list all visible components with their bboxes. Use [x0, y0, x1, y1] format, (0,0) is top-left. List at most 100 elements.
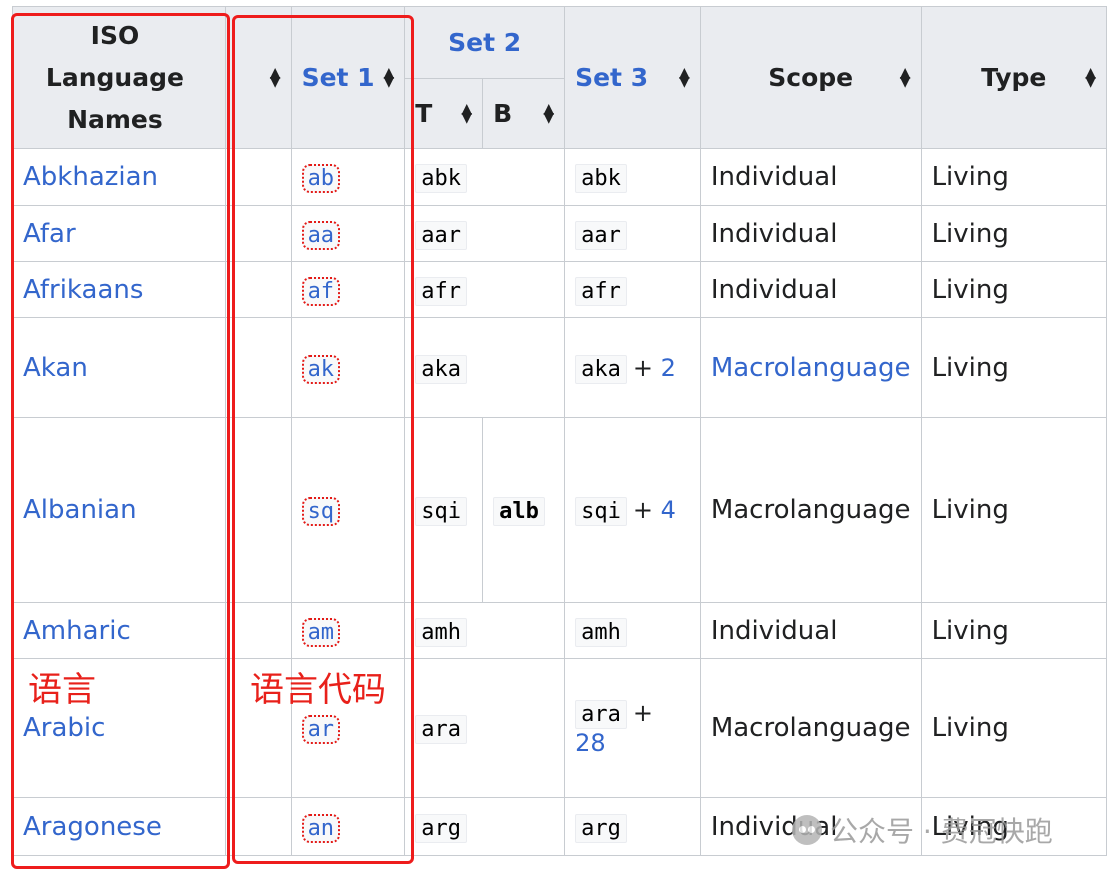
- language-table-wrapper: ISO Language Names ▲ ▼ Set 1 ▲ ▼ Set 2 Set…: [12, 6, 1107, 856]
- cell-set3: amh: [564, 602, 701, 659]
- cell-empty: [224, 797, 292, 856]
- cell-set2: ara: [404, 658, 566, 798]
- cell-set2: arg: [404, 797, 566, 856]
- set3-code: ara: [575, 700, 627, 729]
- table-row: Arabic ar ara ara + 28 Macrolanguage Living: [12, 658, 1107, 798]
- type-text: Living: [931, 615, 1009, 646]
- set3-more: + 2: [632, 353, 676, 382]
- header-set2-b[interactable]: B ▲ ▼: [482, 78, 566, 149]
- scope-text: Macrolanguage: [710, 713, 911, 743]
- cell-scope: Individual: [699, 602, 922, 659]
- scope-text: Macrolanguage: [710, 495, 911, 525]
- scope-text: Individual: [710, 218, 838, 249]
- sort-arrows-icon[interactable]: ▲ ▼: [900, 66, 911, 89]
- type-text: Living: [931, 162, 1009, 192]
- language-link[interactable]: Arabic: [23, 713, 105, 743]
- header-type[interactable]: Type ▲ ▼: [920, 6, 1107, 149]
- scope-link[interactable]: Macrolanguage: [711, 353, 911, 383]
- cell-type: Living: [920, 261, 1107, 318]
- cell-empty: [224, 317, 292, 418]
- set3-code: aka: [575, 354, 627, 384]
- language-link[interactable]: Aragonese: [23, 812, 162, 842]
- sort-arrows-icon[interactable]: ▲ ▼: [383, 66, 394, 89]
- header-set1-link[interactable]: Set 1: [302, 63, 375, 92]
- set2-code: afr: [415, 276, 467, 306]
- cell-type: Living: [920, 205, 1107, 262]
- cell-scope: Individual: [699, 205, 922, 262]
- set1-code[interactable]: an: [301, 813, 341, 843]
- scope-text: Individual: [710, 162, 838, 192]
- header-type-label: Type: [981, 63, 1047, 92]
- sort-arrows-icon[interactable]: ▲ ▼: [543, 102, 554, 125]
- header-set2-link[interactable]: Set 2: [448, 28, 521, 57]
- watermark-text: 公众号 · 费冠快跑: [830, 815, 1053, 848]
- cell-set3: aar: [564, 205, 701, 262]
- set1-code[interactable]: ak: [301, 354, 341, 384]
- table-row: Afar aa aar aar Individual Living: [12, 205, 1107, 262]
- cell-type: Living: [920, 417, 1107, 603]
- header-set3-link[interactable]: Set 3: [575, 63, 648, 92]
- cell-set3: abk: [564, 148, 701, 206]
- cell-empty: [224, 261, 292, 318]
- watermark: 公众号 · 费冠快跑: [792, 810, 1053, 850]
- cell-set3: aka + 2: [564, 317, 701, 418]
- set3-more-link[interactable]: 4: [661, 496, 676, 524]
- table-row: Abkhazian ab abk abk Individual Living: [12, 148, 1107, 206]
- header-set2: Set 2: [404, 6, 566, 79]
- header-scope[interactable]: Scope ▲ ▼: [699, 6, 922, 149]
- header-set3[interactable]: Set 3 ▲ ▼: [564, 6, 701, 149]
- sort-arrows-icon[interactable]: ▲ ▼: [461, 102, 472, 125]
- table-row: Afrikaans af afr afr Individual Living: [12, 261, 1107, 318]
- cell-empty: [224, 602, 292, 659]
- cell-type: Living: [920, 148, 1107, 206]
- header-names-label: ISO Language Names: [45, 20, 184, 134]
- language-link[interactable]: Akan: [23, 353, 88, 383]
- type-text: Living: [931, 352, 1009, 383]
- cell-language-name: Albanian: [12, 417, 226, 603]
- wechat-icon: [792, 815, 822, 845]
- iso-language-table: ISO Language Names ▲ ▼ Set 1 ▲ ▼ Set 2 Set…: [12, 6, 1107, 856]
- set2-code: aar: [415, 220, 467, 250]
- language-annotation: 语言: [28, 670, 96, 710]
- sort-arrows-icon[interactable]: ▲ ▼: [1085, 66, 1096, 89]
- set1-code[interactable]: ab: [301, 164, 341, 193]
- header-set1[interactable]: Set 1 ▲ ▼: [290, 6, 406, 149]
- language-link[interactable]: Afar: [23, 219, 76, 249]
- set1-code[interactable]: af: [301, 276, 341, 306]
- set2-code: arg: [415, 813, 467, 843]
- table-row: Akan ak aka aka + 2 Macrolanguage Living: [12, 317, 1107, 418]
- header-names[interactable]: ISO Language Names: [12, 6, 226, 149]
- set2-code: aka: [415, 354, 467, 384]
- set1-code[interactable]: am: [301, 617, 341, 647]
- cell-empty: [224, 148, 292, 206]
- cell-language-name: Afrikaans: [12, 261, 226, 318]
- type-text: Living: [931, 713, 1009, 743]
- header-set2-t[interactable]: T ▲ ▼: [404, 78, 484, 149]
- language-link[interactable]: Abkhazian: [23, 162, 158, 192]
- cell-set3: arg: [564, 797, 701, 856]
- cell-set2-b: alb: [482, 417, 566, 603]
- set1-code[interactable]: aa: [301, 220, 341, 250]
- cell-set1: am: [290, 602, 406, 659]
- header-sort-column[interactable]: ▲ ▼: [224, 6, 292, 149]
- set2-code: abk: [415, 164, 467, 193]
- set1-code[interactable]: sq: [301, 497, 341, 526]
- language-link[interactable]: Amharic: [23, 616, 131, 646]
- set2-t-code: sqi: [415, 497, 467, 526]
- language-link[interactable]: Albanian: [23, 495, 137, 525]
- cell-type: Living: [920, 658, 1107, 798]
- sort-arrows-icon[interactable]: ▲ ▼: [679, 66, 690, 89]
- set1-code[interactable]: ar: [301, 715, 341, 744]
- header-scope-label: Scope: [768, 63, 854, 92]
- set3-more-link[interactable]: 2: [661, 354, 676, 382]
- sort-arrows-icon[interactable]: ▲ ▼: [270, 66, 281, 89]
- set3-code: afr: [575, 276, 627, 306]
- cell-set1: sq: [290, 417, 406, 603]
- cell-type: Living: [920, 602, 1107, 659]
- set3-more-link[interactable]: 28: [575, 729, 606, 757]
- type-text: Living: [931, 218, 1009, 249]
- cell-scope: Macrolanguage: [699, 417, 922, 603]
- language-link[interactable]: Afrikaans: [23, 275, 143, 305]
- cell-language-name: Akan: [12, 317, 226, 418]
- cell-set1: af: [290, 261, 406, 318]
